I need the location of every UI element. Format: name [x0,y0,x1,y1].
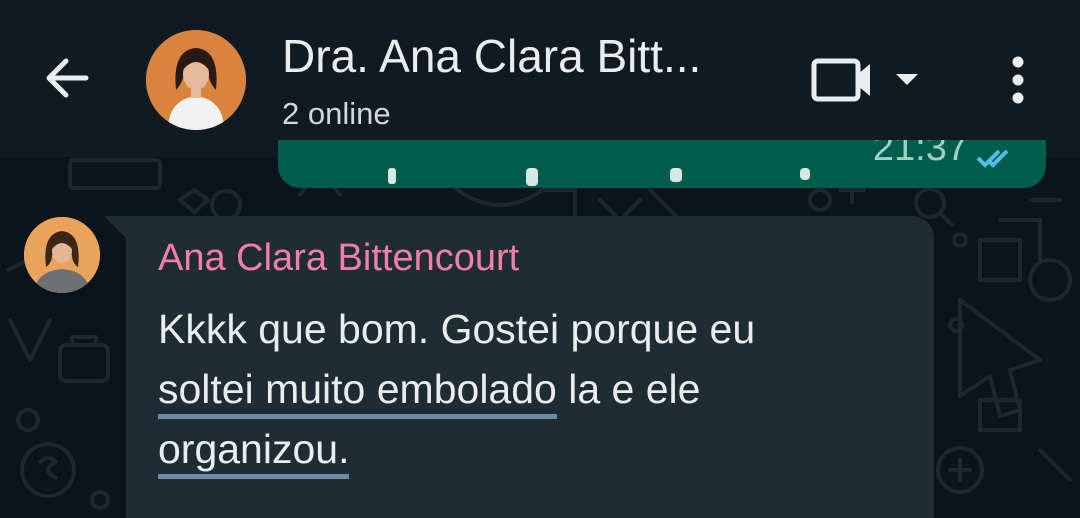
message-text-fragment: la e ele [556,366,701,412]
spellcheck-underlined-text[interactable]: organizou. [158,424,350,479]
video-call-button[interactable] [806,52,926,108]
arrow-left-icon [46,58,89,98]
contact-avatar[interactable] [146,30,246,130]
back-button[interactable] [40,50,96,106]
chat-header: Dra. Ana Clara Bitt... 2 online [0,0,1080,157]
caret-down-icon [896,74,918,85]
chat-subtitle: 2 online [282,96,391,131]
message-text-line-1: Kkkk que bom. Gostei porque eu [158,306,756,352]
outgoing-message-bubble[interactable]: 21:37 [278,140,1046,188]
more-options-button[interactable] [996,50,1040,110]
message-text-line-3: organizou. [158,420,350,479]
sender-avatar[interactable] [24,217,100,293]
video-call-icon [811,58,918,102]
sender-name[interactable]: Ana Clara Bittencourt [158,234,519,282]
chat-title[interactable]: Dra. Ana Clara Bitt... [282,28,762,84]
spellcheck-underlined-text[interactable]: soltei muito embolado [158,364,557,419]
chat-screen: Dra. Ana Clara Bitt... 2 online 21:37 An… [0,0,1080,518]
sender-photo [24,217,100,293]
message-text-line-2: soltei muito embolado la e ele [158,360,700,419]
more-vertical-icon [1012,56,1024,104]
contact-photo [146,30,246,130]
message-time: 21:37 [872,140,968,169]
outgoing-text-remnant [388,168,810,186]
double-check-icon [976,149,1009,168]
